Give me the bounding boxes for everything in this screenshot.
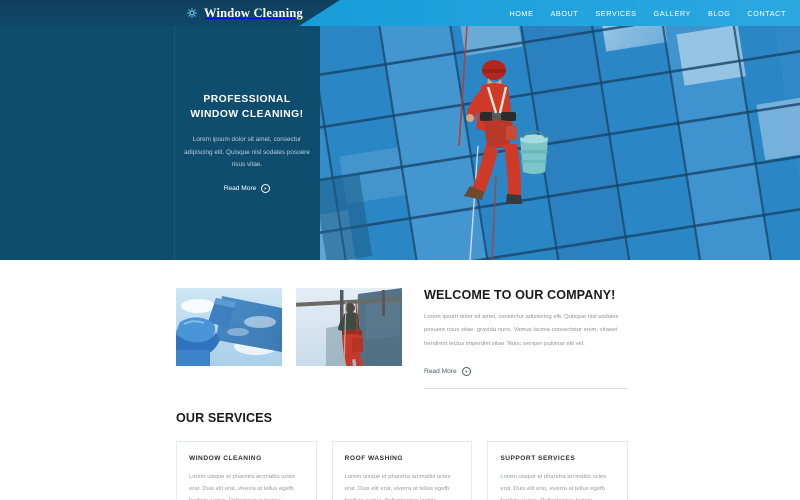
nav-item-about[interactable]: ABOUT [550,9,578,18]
service-card-title: WINDOW CLEANING [189,454,262,462]
arrow-right-circle-icon [461,366,471,376]
hero-title: PROFESSIONAL WINDOW CLEANING! [190,93,304,120]
services-title: OUR SERVICES [176,410,273,425]
welcome-read-more-label: Read More [424,367,457,375]
brand-name: Window Cleaning [204,5,303,20]
services-section: OUR SERVICES WINDOW CLEANING Lorem uisqu… [0,389,800,500]
hero-read-more-label: Read More [223,185,257,193]
hero-banner: PROFESSIONAL WINDOW CLEANING! Lorem ipsu… [0,26,800,260]
hero-content: PROFESSIONAL WINDOW CLEANING! Lorem ipsu… [174,26,320,260]
welcome-read-more-button[interactable]: Read More [424,366,471,376]
nav-item-gallery[interactable]: GALLERY [654,9,691,18]
service-card-description: Lorem uisque et pharetra arcmattis ucies… [189,473,295,500]
service-card-title: ROOF WASHING [344,454,404,462]
services-card-list: WINDOW CLEANING Lorem uisque et pharetra… [176,440,629,500]
nav-item-home[interactable]: HOME [509,9,533,18]
hero-description: Lorem ipsum dolor sit amet, consectur ad… [184,135,310,169]
welcome-divider [424,387,628,389]
hero-read-more-button[interactable]: Read More [223,184,271,194]
service-card-title: SUPPORT SERVICES [500,454,576,462]
service-card-support-services[interactable]: SUPPORT SERVICES Lorem uisque et pharetr… [487,440,629,500]
service-card-description: Lorem uisque et pharetra arcmattis ucies… [344,473,451,500]
welcome-content: WELCOME TO OUR COMPANY! Lorem ipsum dolo… [416,288,628,389]
arrow-right-circle-icon [261,184,271,194]
nav-item-contact[interactable]: CONTACT [747,9,786,18]
hero-image [320,26,800,260]
welcome-image-worker [296,288,402,366]
nav-item-services[interactable]: SERVICES [595,9,636,18]
snowflake-icon [186,7,198,19]
welcome-image-glove [176,288,282,366]
service-card-description: Lorem uisque et pharetra arcmattis ucies… [500,473,607,500]
site-header: Window Cleaning HOME ABOUT SERVICES GALL… [0,0,800,26]
welcome-description: Lorem ipsum dolor sit amet, consectur ad… [424,314,619,347]
nav-item-blog[interactable]: BLOG [708,9,730,18]
brand-logo[interactable]: Window Cleaning [186,0,303,26]
main-navigation: HOME ABOUT SERVICES GALLERY BLOG CONTACT [509,0,786,26]
welcome-section: WELCOME TO OUR COMPANY! Lorem ipsum dolo… [0,260,800,389]
service-card-roof-washing[interactable]: ROOF WASHING Lorem uisque et pharetra ar… [331,440,473,500]
welcome-title: WELCOME TO OUR COMPANY! [424,288,616,302]
service-card-window-cleaning[interactable]: WINDOW CLEANING Lorem uisque et pharetra… [176,440,317,500]
